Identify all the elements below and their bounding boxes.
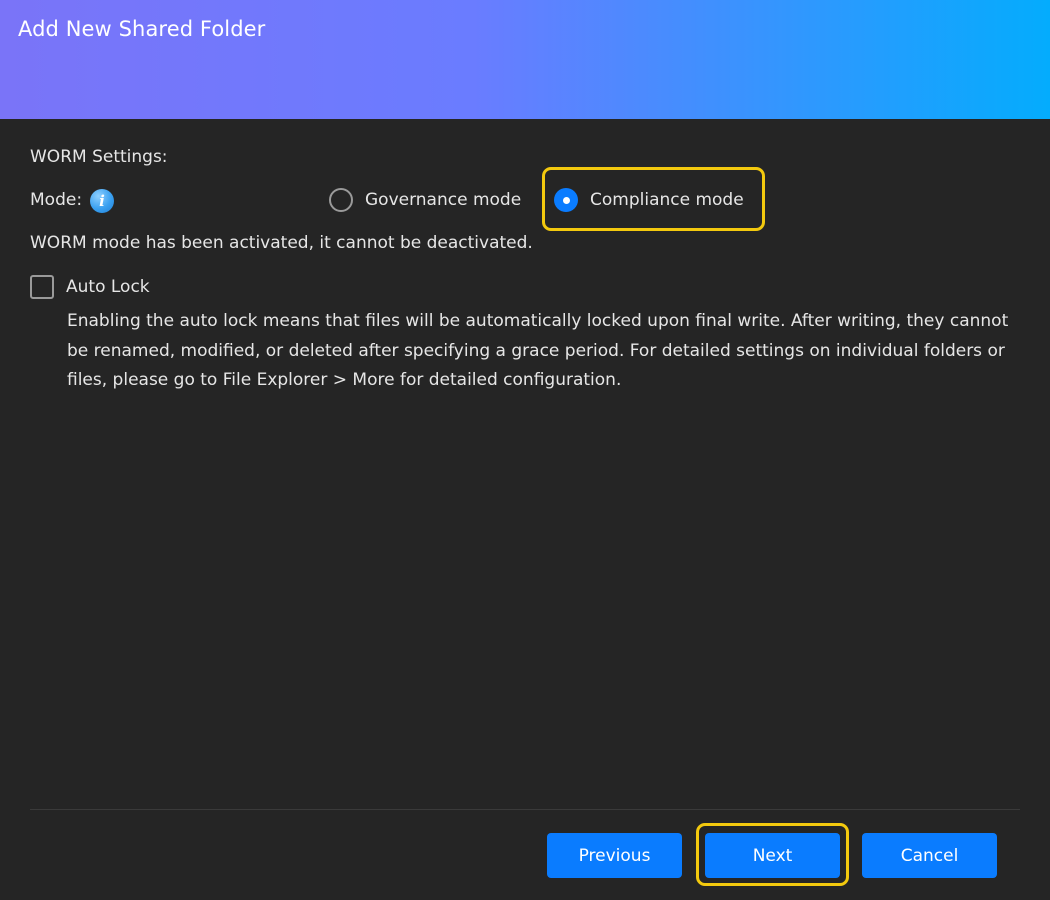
auto-lock-label: Auto Lock — [66, 277, 150, 297]
dialog-header: Add New Shared Folder — [0, 0, 1050, 119]
dialog-title: Add New Shared Folder — [18, 17, 266, 41]
auto-lock-option[interactable]: Auto Lock — [30, 275, 150, 299]
radio-checked-icon[interactable] — [554, 188, 578, 212]
mode-label: Mode: — [30, 190, 83, 210]
radio-compliance-mode[interactable]: Compliance mode — [554, 185, 744, 215]
next-button[interactable]: Next — [705, 833, 840, 878]
add-shared-folder-dialog: Add New Shared Folder WORM Settings: Mod… — [0, 0, 1050, 900]
worm-settings-label: WORM Settings: — [30, 147, 168, 167]
worm-activated-note: WORM mode has been activated, it cannot … — [30, 233, 533, 253]
cancel-button[interactable]: Cancel — [862, 833, 997, 878]
info-icon[interactable]: i — [90, 189, 114, 213]
footer-divider — [30, 809, 1020, 810]
previous-button[interactable]: Previous — [547, 833, 682, 878]
governance-mode-label: Governance mode — [365, 190, 522, 210]
radio-unchecked-icon[interactable] — [329, 188, 353, 212]
radio-governance-mode[interactable]: Governance mode — [329, 185, 521, 215]
auto-lock-checkbox[interactable] — [30, 275, 54, 299]
radio-dot — [562, 196, 570, 204]
auto-lock-description: Enabling the auto lock means that files … — [67, 311, 1009, 390]
compliance-mode-label: Compliance mode — [590, 190, 744, 210]
